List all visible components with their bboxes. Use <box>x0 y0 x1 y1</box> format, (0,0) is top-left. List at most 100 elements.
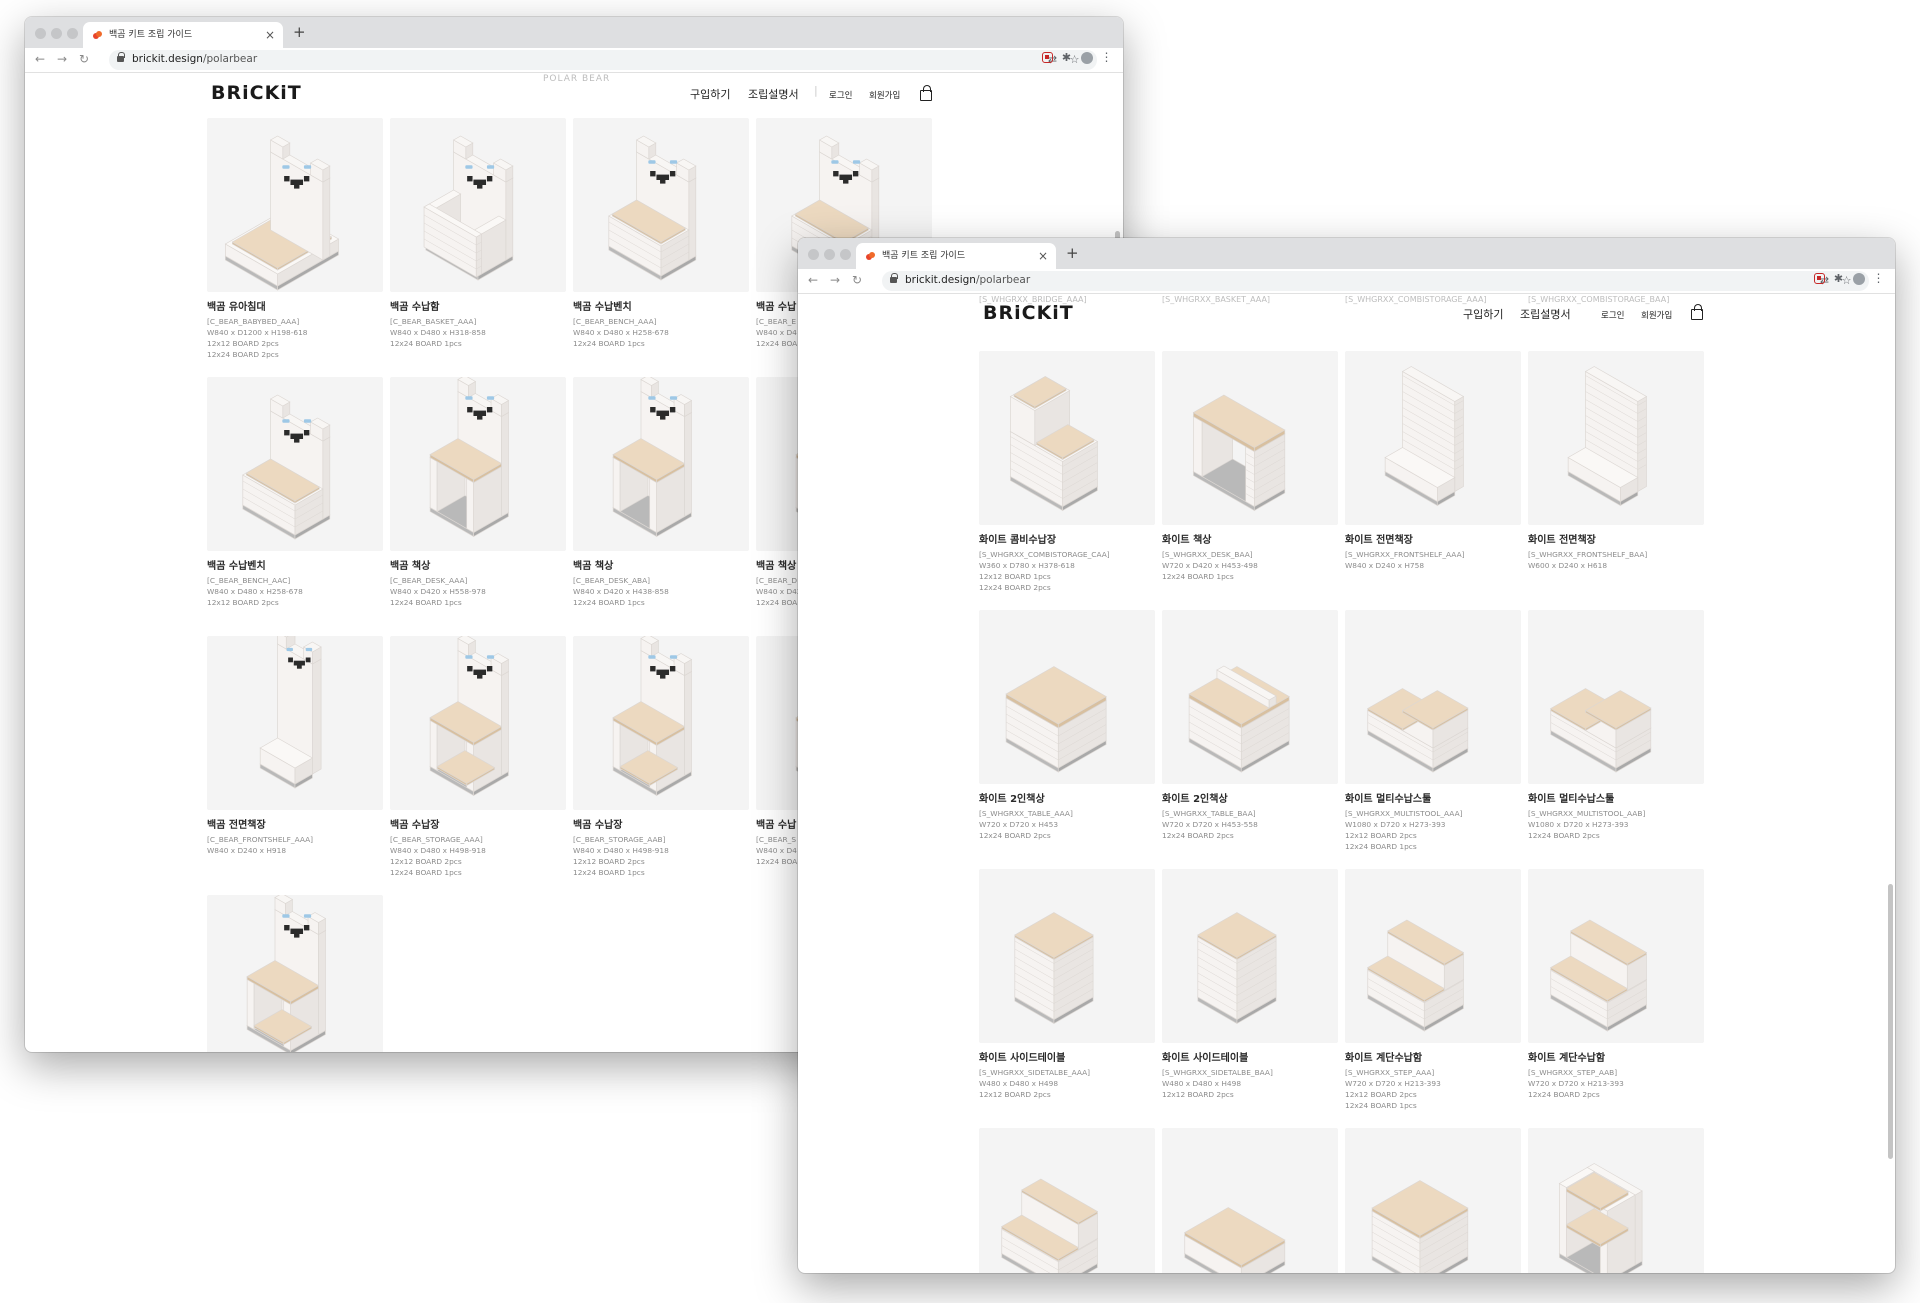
product-card[interactable] <box>1528 610 1704 784</box>
product-name[interactable]: 백곰 전면책장 <box>207 816 383 831</box>
product-card[interactable] <box>1345 1128 1521 1273</box>
product-card[interactable] <box>979 869 1155 1043</box>
shopping-bag-icon[interactable] <box>920 85 932 101</box>
product-card[interactable] <box>1528 351 1704 525</box>
product-name[interactable]: 화이트 책상 <box>1162 531 1338 546</box>
extension-red-icon[interactable] <box>1042 52 1053 63</box>
nav-buy-link[interactable]: 구입하기 <box>690 86 730 102</box>
product-name[interactable]: 백곰 책상 <box>573 557 749 572</box>
product-name[interactable]: 화이트 2인책상 <box>979 790 1155 805</box>
tab-close-icon[interactable]: × <box>265 22 275 48</box>
product-spec-line: W720 x D420 x H453-498 <box>1162 561 1258 571</box>
product-card[interactable] <box>1162 610 1338 784</box>
product-card[interactable] <box>573 118 749 292</box>
minimize-window-dot[interactable] <box>824 249 835 260</box>
product-card[interactable] <box>1345 351 1521 525</box>
product-card[interactable] <box>1162 351 1338 525</box>
login-link[interactable]: 로그인 <box>1601 309 1624 321</box>
close-window-dot[interactable] <box>808 249 819 260</box>
product-card[interactable] <box>207 895 383 1052</box>
login-link[interactable]: 로그인 <box>829 89 852 101</box>
minimize-window-dot[interactable] <box>51 28 62 39</box>
product-name[interactable]: 화이트 전면책장 <box>1345 531 1521 546</box>
more-menu-icon[interactable]: ⋮ <box>1100 51 1113 64</box>
product-card[interactable] <box>1528 1128 1704 1273</box>
product-spec-line: W840 x D480 x H258-678 <box>573 328 669 338</box>
browser-tab[interactable]: 백곰 키트 조립 가이드 × <box>83 22 283 48</box>
product-name[interactable]: 화이트 전면책장 <box>1528 531 1704 546</box>
brickit-logo[interactable]: BRiCKiT <box>211 82 302 104</box>
product-spec-line: 12x24 BOARD 2pcs <box>979 831 1051 841</box>
zoom-window-dot[interactable] <box>67 28 78 39</box>
product-spec-line: W1080 x D720 x H273-393 <box>1345 820 1446 830</box>
signup-link[interactable]: 회원가입 <box>869 89 900 101</box>
address-bar[interactable]: brickit.design/polarbear ⇄ ☆ <box>882 271 1869 291</box>
product-illustration <box>1197 912 1277 1025</box>
product-card[interactable] <box>979 610 1155 784</box>
forward-arrow-icon[interactable]: → <box>57 52 67 66</box>
reload-icon[interactable]: ↻ <box>79 52 89 66</box>
product-card[interactable] <box>979 351 1155 525</box>
product-card[interactable] <box>1345 610 1521 784</box>
product-card[interactable] <box>390 377 566 551</box>
address-bar[interactable]: brickit.design/polarbear ⇄ ☆ <box>109 50 1097 70</box>
product-name[interactable]: 백곰 수납함 <box>390 298 566 313</box>
product-name[interactable]: 화이트 2인책상 <box>1162 790 1338 805</box>
brickit-logo[interactable]: BRiCKiT <box>983 302 1074 324</box>
zoom-window-dot[interactable] <box>840 249 851 260</box>
product-card[interactable] <box>390 118 566 292</box>
product-card[interactable] <box>207 377 383 551</box>
product-card[interactable] <box>207 118 383 292</box>
product-name[interactable]: 화이트 계단수납함 <box>1345 1049 1521 1064</box>
nav-buy-link[interactable]: 구입하기 <box>1463 306 1503 322</box>
product-name[interactable]: 백곰 수납벤치 <box>207 557 383 572</box>
product-name[interactable]: 백곰 책상 <box>390 557 566 572</box>
signup-link[interactable]: 회원가입 <box>1641 309 1672 321</box>
product-name[interactable]: 백곰 수납장 <box>573 816 749 831</box>
product-card[interactable] <box>573 377 749 551</box>
more-menu-icon[interactable]: ⋮ <box>1872 272 1885 285</box>
product-name[interactable]: 화이트 계단수납함 <box>1528 1049 1704 1064</box>
back-arrow-icon[interactable]: ← <box>35 52 45 66</box>
product-spec-line: [S_WHGRXX_FRONTSHELF_AAA] <box>1345 550 1465 559</box>
new-tab-icon[interactable]: + <box>293 23 306 41</box>
product-card[interactable] <box>1528 869 1704 1043</box>
close-window-dot[interactable] <box>35 28 46 39</box>
product-name[interactable]: 화이트 사이드테이블 <box>1162 1049 1338 1064</box>
product-card[interactable] <box>1162 869 1338 1043</box>
product-name[interactable]: 화이트 멀티수납스툴 <box>1528 790 1704 805</box>
product-name[interactable]: 백곰 수납장 <box>390 816 566 831</box>
nav-manual-link[interactable]: 조립설명서 <box>748 86 799 102</box>
product-name[interactable]: 백곰 유아침대 <box>207 298 383 313</box>
product-card[interactable] <box>979 1128 1155 1273</box>
new-tab-icon[interactable]: + <box>1066 244 1079 262</box>
product-name[interactable]: 화이트 멀티수납스툴 <box>1345 790 1521 805</box>
product-name[interactable]: 화이트 콤비수납장 <box>979 531 1155 546</box>
product-card[interactable] <box>1345 869 1521 1043</box>
extension-red-icon[interactable] <box>1814 273 1825 284</box>
product-name[interactable]: 백곰 수납벤치 <box>573 298 749 313</box>
product-spec-line: 12x24 BOARD 2pcs <box>979 583 1051 593</box>
product-info: 화이트 멀티수납스툴 [S_WHGRXX_MULTISTOOL_AAA] W1080… <box>1345 790 1521 852</box>
product-card[interactable] <box>573 636 749 810</box>
product-illustration <box>608 135 697 281</box>
product-spec-line: [C_BEAR_BABYBED_AAA] <box>207 317 300 326</box>
browser-tab[interactable]: 백곰 키트 조립 가이드 × <box>856 243 1056 269</box>
product-card[interactable] <box>390 636 566 810</box>
back-arrow-icon[interactable]: ← <box>808 273 818 287</box>
product-illustration <box>246 895 327 1052</box>
product-name[interactable]: 화이트 사이드테이블 <box>979 1049 1155 1064</box>
scrollbar-thumb[interactable] <box>1888 884 1893 1159</box>
shopping-bag-icon[interactable] <box>1691 304 1703 320</box>
forward-arrow-icon[interactable]: → <box>830 273 840 287</box>
reload-icon[interactable]: ↻ <box>852 273 862 287</box>
product-card[interactable] <box>1162 1128 1338 1273</box>
tab-close-icon[interactable]: × <box>1038 243 1048 269</box>
profile-avatar-icon[interactable] <box>1853 273 1865 285</box>
product-card[interactable] <box>207 636 383 810</box>
nav-manual-link[interactable]: 조립설명서 <box>1520 306 1571 322</box>
product-spec-line: 12x24 BOARD 1pcs <box>1162 572 1234 582</box>
puzzle-extensions-icon[interactable]: ✱ <box>1832 272 1845 285</box>
profile-avatar-icon[interactable] <box>1081 52 1093 64</box>
puzzle-extensions-icon[interactable]: ✱ <box>1060 51 1073 64</box>
